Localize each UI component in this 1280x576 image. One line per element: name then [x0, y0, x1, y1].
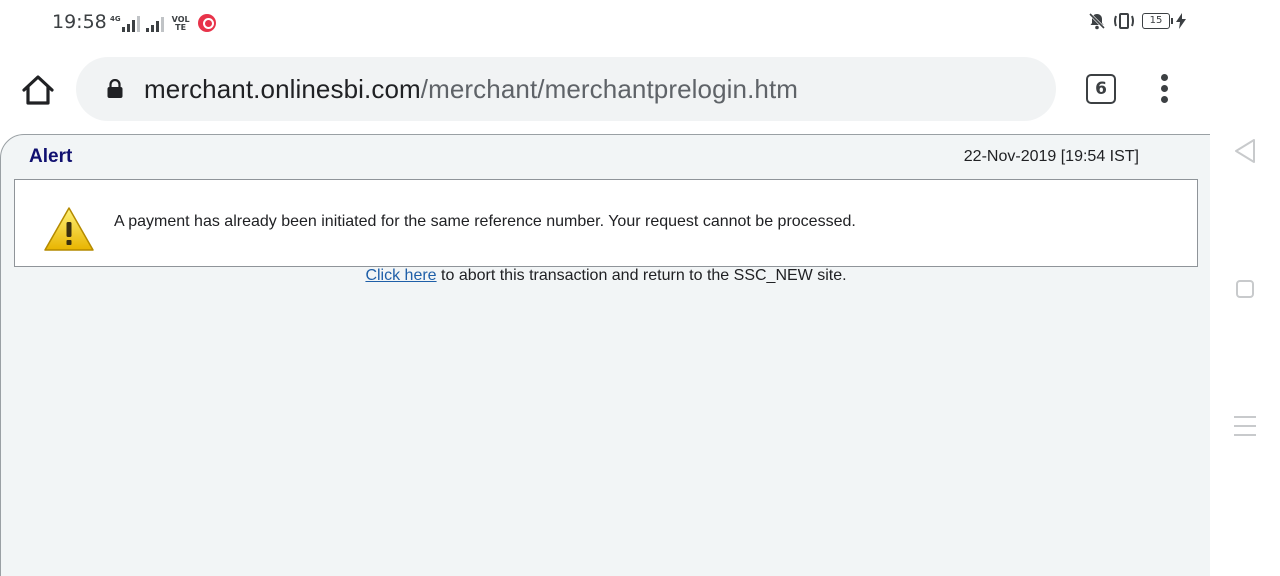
recents-icon[interactable] [1234, 416, 1256, 436]
mute-icon [1088, 12, 1106, 30]
warning-icon [44, 207, 94, 251]
back-icon[interactable] [1233, 138, 1257, 164]
status-left-icons: 4G VOLTE [110, 12, 216, 32]
url-domain: merchant.onlinesbi.com [144, 74, 421, 104]
home-square-icon[interactable] [1236, 280, 1254, 298]
system-navigation-bar [1210, 0, 1280, 576]
abort-transaction-link[interactable]: Click here [365, 267, 436, 284]
app-notification-icon [197, 14, 216, 32]
alert-message: A payment has already been initiated for… [114, 213, 856, 230]
alert-title: Alert [29, 146, 73, 167]
lock-icon[interactable] [106, 79, 124, 99]
url-text[interactable]: merchant.onlinesbi.com/merchant/merchant… [144, 74, 798, 105]
web-content: Alert 22-Nov-2019 [19:54 IST] A payment … [0, 134, 1210, 576]
abort-instruction-text: to abort this transaction and return to … [436, 267, 847, 284]
status-time: 19:58 [52, 11, 107, 33]
vibrate-icon [1114, 13, 1134, 29]
alert-panel: Alert 22-Nov-2019 [19:54 IST] A payment … [0, 134, 1210, 576]
signal-icon [145, 16, 164, 32]
more-vert-icon[interactable] [1154, 74, 1174, 104]
signal-4g-icon: 4G [110, 16, 140, 32]
home-icon[interactable] [20, 72, 56, 108]
alert-timestamp: 22-Nov-2019 [19:54 IST] [963, 148, 1139, 165]
network-type-label: 4G [110, 15, 121, 23]
address-bar[interactable]: merchant.onlinesbi.com/merchant/merchant… [76, 57, 1056, 121]
tab-switcher-button[interactable]: 6 [1086, 74, 1116, 104]
volte-icon: VOLTE [171, 15, 190, 32]
alert-message-box: A payment has already been initiated for… [14, 179, 1198, 267]
status-right-icons: 15 [1088, 12, 1186, 30]
abort-instruction: Click here to abort this transaction and… [1, 267, 1210, 285]
url-path: /merchant/merchantprelogin.htm [420, 74, 799, 104]
battery-icon: 15 [1142, 13, 1173, 29]
charging-icon [1176, 13, 1186, 29]
status-bar: 19:58 4G VOLTE 15 [0, 0, 1210, 44]
browser-toolbar: merchant.onlinesbi.com/merchant/merchant… [0, 44, 1210, 134]
